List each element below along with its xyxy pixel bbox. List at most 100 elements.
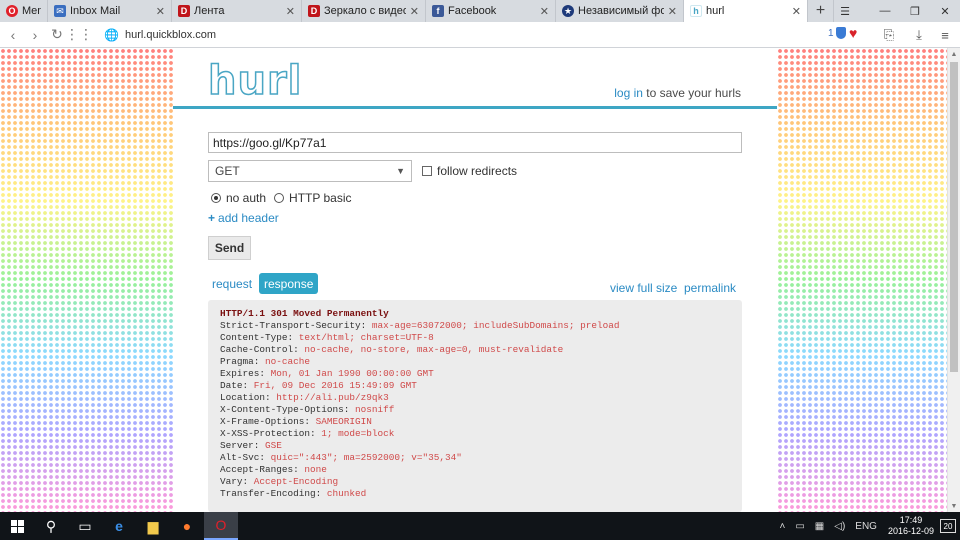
browser-tab[interactable]: ✉ Inbox Mail ✕ bbox=[48, 0, 172, 22]
browser-tab[interactable]: D Зеркало с видео регис ✕ bbox=[302, 0, 426, 22]
menu-label: Menu bbox=[22, 5, 41, 17]
add-header-label: add header bbox=[218, 211, 279, 225]
facebook-icon: f bbox=[432, 5, 444, 17]
header-name: Expires: bbox=[220, 368, 266, 379]
settings-icon[interactable]: ≡ bbox=[936, 26, 954, 44]
firefox-icon[interactable]: ● bbox=[170, 512, 204, 540]
start-button[interactable] bbox=[0, 512, 34, 540]
follow-redirects-label: follow redirects bbox=[437, 164, 518, 178]
download-icon[interactable]: ⤓ bbox=[910, 26, 928, 44]
browser-tab[interactable]: D Лента ✕ bbox=[172, 0, 302, 22]
close-tab-icon[interactable]: ✕ bbox=[540, 5, 549, 18]
tab-title: hurl bbox=[706, 5, 725, 17]
response-header-line: Location: http://ali.pub/z9qk3 bbox=[220, 392, 730, 404]
response-header-line: Alt-Svc: quic=":443"; ma=2592000; v="35,… bbox=[220, 452, 730, 464]
header-value: chunked bbox=[326, 488, 367, 499]
header-name: Date: bbox=[220, 380, 249, 391]
search-icon[interactable]: ⚲ bbox=[34, 512, 68, 540]
speed-dial-button[interactable]: ⋮⋮ bbox=[65, 24, 93, 46]
radio-http-basic[interactable] bbox=[274, 193, 285, 203]
radio-no-auth[interactable] bbox=[211, 193, 221, 203]
response-header-line: X-XSS-Protection: 1; mode=block bbox=[220, 428, 730, 440]
response-header-line: Date: Fri, 09 Dec 2016 15:49:09 GMT bbox=[220, 380, 730, 392]
opera-taskbar-icon[interactable]: O bbox=[204, 512, 238, 540]
clock-date: 2016-12-09 bbox=[887, 526, 934, 536]
back-button[interactable]: ‹ bbox=[2, 24, 24, 46]
header-name: X-Content-Type-Options: bbox=[220, 404, 350, 415]
main-content: hurl log in to save your hurls GET ▼ fol… bbox=[173, 48, 777, 512]
header-name: Content-Type: bbox=[220, 332, 294, 343]
header-name: Vary: bbox=[220, 476, 249, 487]
page-scrollbar[interactable]: ▲ ▼ bbox=[947, 48, 960, 512]
auth-option-http-basic[interactable]: HTTP basic bbox=[274, 191, 352, 205]
response-header-line: Strict-Transport-Security: max-age=63072… bbox=[220, 320, 730, 332]
tab-response[interactable]: response bbox=[259, 273, 319, 294]
header-name: Accept-Ranges: bbox=[220, 464, 299, 475]
add-header-link[interactable]: + add header bbox=[208, 211, 279, 225]
response-header-line: Server: GSE bbox=[220, 440, 730, 452]
task-view-icon[interactable]: ▭ bbox=[68, 512, 102, 540]
response-header-line: Accept-Ranges: none bbox=[220, 464, 730, 476]
login-link[interactable]: log in bbox=[614, 86, 643, 100]
scroll-down-icon[interactable]: ▼ bbox=[948, 500, 960, 512]
url-field[interactable]: 🌐 hurl.quickblox.com bbox=[104, 25, 868, 45]
tab-title: Зеркало с видео регис bbox=[324, 5, 406, 17]
method-select[interactable]: GET ▼ bbox=[208, 160, 412, 182]
header-name: Server: bbox=[220, 440, 260, 451]
view-full-size-link[interactable]: view full size bbox=[610, 281, 677, 295]
response-header-line: Expires: Mon, 01 Jan 1990 00:00:00 GMT bbox=[220, 368, 730, 380]
tab-menu-icon[interactable]: ☰ bbox=[834, 0, 856, 22]
header-value: GSE bbox=[265, 440, 282, 451]
auth-options: no auth HTTP basic bbox=[211, 191, 360, 205]
address-bar: ‹ › ↻ ⋮⋮ 🌐 hurl.quickblox.com 1 ♥ ⎘ ⤓ ≡ bbox=[0, 22, 960, 48]
request-url-input[interactable] bbox=[208, 132, 742, 153]
response-header-line: Vary: Accept-Encoding bbox=[220, 476, 730, 488]
auth-option-no-auth[interactable]: no auth bbox=[211, 191, 266, 205]
chevron-up-icon[interactable]: ˄ bbox=[780, 521, 786, 532]
close-tab-icon[interactable]: ✕ bbox=[286, 5, 295, 18]
clock[interactable]: 17:49 2016-12-09 bbox=[888, 515, 934, 537]
header-value: Accept-Encoding bbox=[253, 476, 339, 487]
page-viewport: hurl log in to save your hurls GET ▼ fol… bbox=[0, 48, 947, 512]
auth-label: HTTP basic bbox=[289, 191, 352, 205]
permalink-link[interactable]: permalink bbox=[684, 281, 736, 295]
restore-button[interactable]: ❐ bbox=[900, 0, 930, 22]
minimize-button[interactable]: — bbox=[870, 0, 900, 22]
browser-tab[interactable]: ★ Независимый форум п ✕ bbox=[556, 0, 684, 22]
response-header-line: Pragma: no-cache bbox=[220, 356, 730, 368]
header-value: no-cache bbox=[265, 356, 311, 367]
battery-icon[interactable]: ▭ bbox=[795, 521, 804, 532]
forward-button[interactable]: › bbox=[24, 24, 46, 46]
network-icon[interactable]: ▦ bbox=[815, 521, 824, 532]
hurl-logo[interactable]: hurl bbox=[207, 57, 302, 105]
new-tab-button[interactable]: + bbox=[808, 0, 834, 22]
file-explorer-icon[interactable]: ▆ bbox=[136, 512, 170, 540]
language-indicator[interactable]: ENG bbox=[855, 521, 877, 532]
edge-icon[interactable]: e bbox=[102, 512, 136, 540]
opera-menu-button[interactable]: O Menu bbox=[0, 0, 48, 22]
volume-icon[interactable]: ◁) bbox=[834, 521, 845, 532]
tab-request[interactable]: request bbox=[208, 273, 256, 294]
heart-icon[interactable]: ♥ bbox=[849, 25, 857, 41]
adblock-shield[interactable]: 1 bbox=[828, 27, 846, 39]
browser-tab-active[interactable]: h hurl ✕ bbox=[684, 0, 808, 22]
follow-redirects-checkbox[interactable] bbox=[422, 166, 432, 176]
snapshot-icon[interactable]: ⎘ bbox=[880, 26, 898, 44]
send-button[interactable]: Send bbox=[208, 236, 251, 260]
close-tab-icon[interactable]: ✕ bbox=[410, 5, 419, 18]
follow-redirects-option[interactable]: follow redirects bbox=[422, 164, 517, 178]
close-tab-icon[interactable]: ✕ bbox=[668, 5, 677, 18]
close-window-button[interactable]: ✕ bbox=[930, 0, 960, 22]
close-tab-icon[interactable]: ✕ bbox=[156, 5, 165, 18]
header-name: Location: bbox=[220, 392, 271, 403]
scrollbar-thumb[interactable] bbox=[950, 62, 958, 372]
header-name: Cache-Control: bbox=[220, 344, 299, 355]
opera-logo-icon: O bbox=[6, 5, 18, 17]
close-tab-icon[interactable]: ✕ bbox=[792, 5, 801, 18]
action-center-icon[interactable]: 20 bbox=[940, 519, 956, 533]
scroll-up-icon[interactable]: ▲ bbox=[948, 48, 960, 60]
header-value: text/html; charset=UTF-8 bbox=[298, 332, 434, 343]
browser-tab[interactable]: f Facebook ✕ bbox=[426, 0, 556, 22]
clock-time: 17:49 bbox=[899, 515, 923, 525]
header-value: max-age=63072000; includeSubDomains; pre… bbox=[371, 320, 620, 331]
